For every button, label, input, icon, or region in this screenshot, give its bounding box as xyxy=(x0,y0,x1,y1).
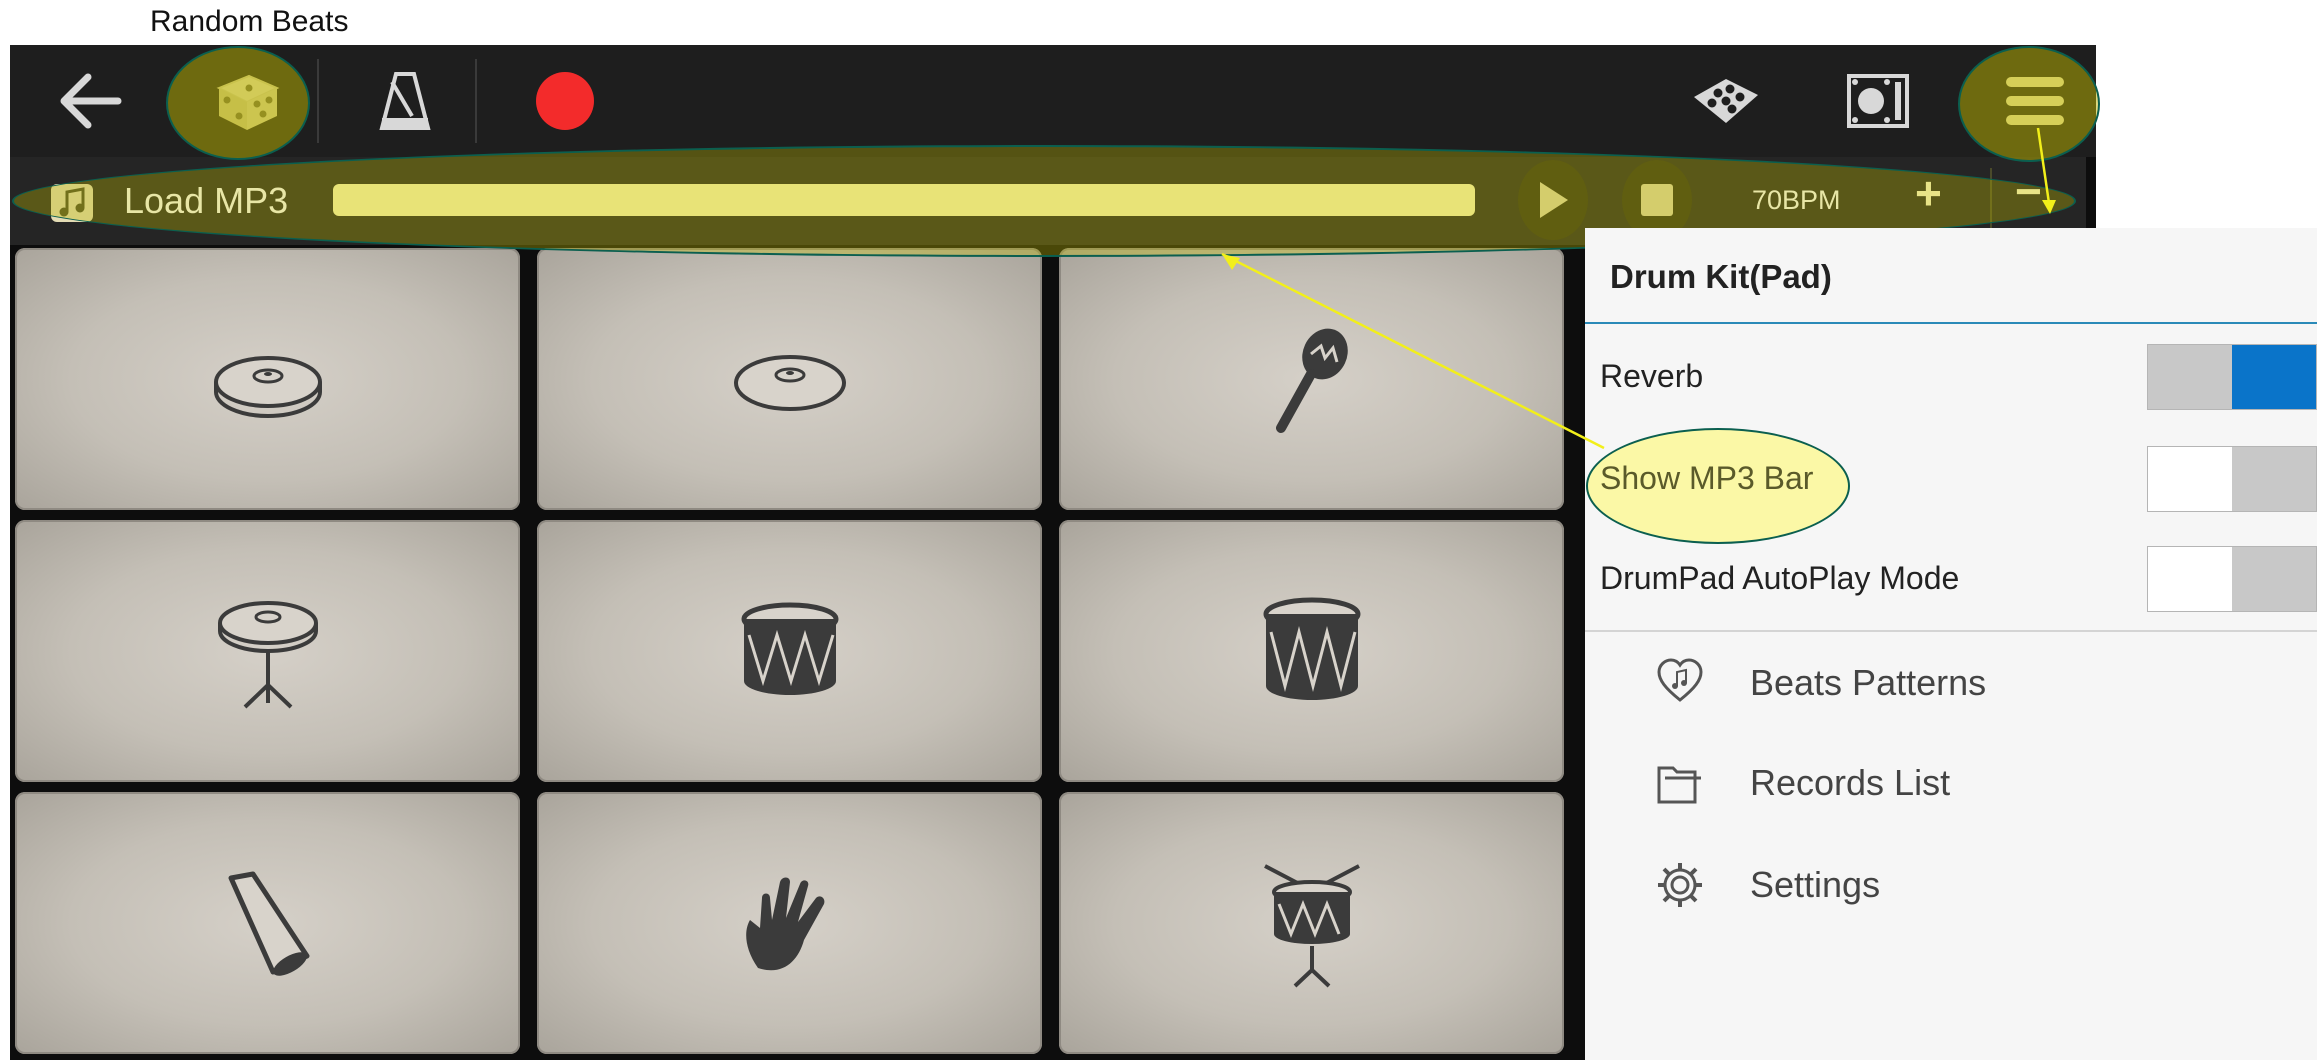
reverb-toggle[interactable] xyxy=(2147,344,2317,410)
show-mp3-bar-label: Show MP3 Bar xyxy=(1600,460,1814,496)
autoplay-mode-label: DrumPad AutoPlay Mode xyxy=(1600,560,1960,596)
menu-highlight xyxy=(1958,46,2100,162)
menu-item-settings[interactable]: Settings xyxy=(1750,864,1880,906)
marching-drum-icon xyxy=(1263,864,1360,988)
maracas-icon xyxy=(1275,328,1348,433)
reverb-label: Reverb xyxy=(1600,358,1704,394)
drum-pad-1[interactable] xyxy=(15,248,520,510)
menu-title: Drum Kit(Pad) xyxy=(1610,258,1832,295)
snare-drum-icon xyxy=(741,602,838,695)
drum-pad-9[interactable] xyxy=(1059,792,1564,1054)
back-arrow-icon[interactable] xyxy=(40,45,140,157)
drum-pad-7[interactable] xyxy=(15,792,520,1054)
drum-kit-icon[interactable] xyxy=(1675,45,1775,157)
crash-cymbal-icon xyxy=(213,356,322,418)
record-icon[interactable] xyxy=(515,45,615,157)
drum-pad-4[interactable] xyxy=(15,520,520,782)
cowbell-icon xyxy=(228,871,309,976)
top-toolbar xyxy=(10,45,2096,157)
menu-divider xyxy=(1585,630,2317,632)
caption-label: Random Beats xyxy=(150,5,349,38)
show-mp3-bar-toggle[interactable] xyxy=(2147,446,2317,512)
tom-drum-icon xyxy=(1263,597,1360,700)
metronome-icon[interactable] xyxy=(355,45,455,157)
menu-item-beats-patterns[interactable]: Beats Patterns xyxy=(1750,662,1986,704)
gear-icon xyxy=(1655,860,1705,914)
random-beats-highlight xyxy=(166,46,310,160)
drum-pad-3[interactable] xyxy=(1059,248,1564,510)
ride-cymbal-icon xyxy=(733,355,846,411)
menu-item-records-list[interactable]: Records List xyxy=(1750,762,1950,804)
toolbar-divider xyxy=(317,59,319,143)
drum-pad-6[interactable] xyxy=(1059,520,1564,782)
drum-pad-8[interactable] xyxy=(537,792,1042,1054)
heart-music-icon xyxy=(1655,656,1705,710)
toolbar-divider xyxy=(475,59,477,143)
menu-title-underline xyxy=(1585,322,2317,324)
drum-pad-5[interactable] xyxy=(537,520,1042,782)
hand-clap-icon xyxy=(745,877,824,971)
hihat-stand-icon xyxy=(217,601,318,709)
folder-icon xyxy=(1655,758,1705,812)
autoplay-mode-toggle[interactable] xyxy=(2147,546,2317,612)
pad-icon[interactable] xyxy=(1828,45,1928,157)
drum-pad-2[interactable] xyxy=(537,248,1042,510)
